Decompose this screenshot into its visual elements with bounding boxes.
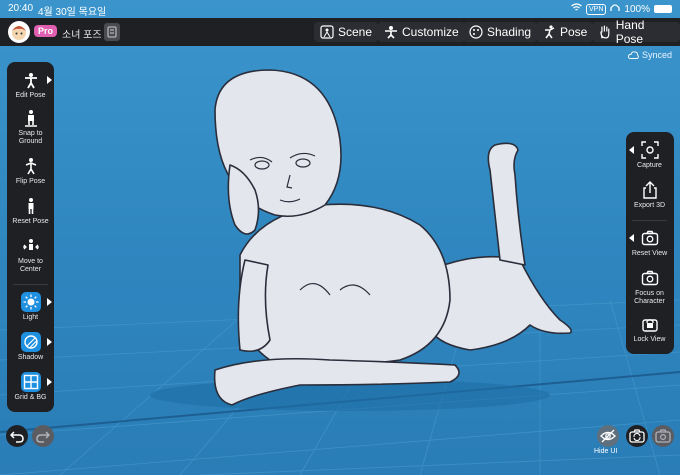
status-bar: 20:40 4월 30일 목요일 VPN 100% xyxy=(0,0,680,18)
edit-pose-button[interactable]: Edit Pose xyxy=(7,70,54,100)
pose-icon xyxy=(545,25,555,39)
export-icon xyxy=(640,180,660,200)
battery-percent: 100% xyxy=(624,3,650,15)
shadow-button[interactable]: Shadow xyxy=(7,332,54,362)
snap-ground-icon xyxy=(21,108,41,128)
reset-pose-icon xyxy=(21,196,41,216)
right-tool-panel: Capture Export 3D Reset View Focus on Ch… xyxy=(626,132,674,354)
pro-badge: Pro xyxy=(34,25,58,37)
tab-hand-pose[interactable]: Hand Pose xyxy=(592,18,680,46)
3d-viewport[interactable] xyxy=(0,0,680,475)
redo-icon xyxy=(36,431,50,443)
hide-ui-label: Hide UI xyxy=(594,448,618,455)
edit-pose-icon xyxy=(21,70,41,90)
flip-pose-icon xyxy=(21,156,41,176)
tab-customize[interactable]: Customize xyxy=(378,22,465,42)
tab-pose[interactable]: Pose xyxy=(536,22,594,42)
shadow-icon xyxy=(20,332,41,352)
battery-icon xyxy=(654,5,672,13)
date: 4월 30일 목요일 xyxy=(38,7,107,18)
clock: 20:40 xyxy=(8,3,34,14)
tab-shading[interactable]: Shading xyxy=(463,22,538,42)
character-model[interactable] xyxy=(0,0,680,475)
light-button[interactable]: Light xyxy=(7,292,54,322)
light-expand-icon[interactable] xyxy=(47,298,52,306)
app-logo[interactable] xyxy=(8,21,30,43)
headphones-icon xyxy=(610,3,621,15)
hide-ui-button[interactable] xyxy=(597,425,619,447)
tab-scene[interactable]: Scene xyxy=(314,22,379,42)
lock-view-button[interactable]: Lock View xyxy=(626,314,673,344)
hand-icon xyxy=(600,25,610,39)
focus-on-character-button[interactable]: Focus on Character xyxy=(626,268,673,305)
sync-status: Synced xyxy=(627,50,672,60)
eye-off-icon xyxy=(600,429,616,443)
export-3d-button[interactable]: Export 3D xyxy=(626,180,673,210)
camera-icon xyxy=(655,429,671,443)
camera-alt-button[interactable] xyxy=(652,425,674,447)
camera-switch-icon xyxy=(629,429,645,443)
move-to-center-button[interactable]: Move to Center xyxy=(7,236,54,273)
file-menu-button[interactable] xyxy=(104,23,120,41)
redo-button[interactable] xyxy=(32,425,54,447)
shadow-expand-icon[interactable] xyxy=(47,338,52,346)
palette-icon xyxy=(469,25,483,39)
camera-switch-button[interactable] xyxy=(626,425,648,447)
grid-expand-icon[interactable] xyxy=(47,378,52,386)
lock-icon xyxy=(640,314,660,334)
file-name[interactable]: 소녀 포즈 3 xyxy=(62,26,110,41)
grid-icon xyxy=(20,372,41,392)
customize-icon xyxy=(385,26,397,39)
undo-button[interactable] xyxy=(6,425,28,447)
tool-divider xyxy=(13,284,48,285)
snap-to-ground-button[interactable]: Snap to Ground xyxy=(7,108,54,145)
scene-icon xyxy=(320,25,334,39)
light-icon xyxy=(20,292,41,312)
reset-view-icon xyxy=(640,228,660,248)
tool-divider xyxy=(632,220,667,221)
focus-icon xyxy=(640,268,660,288)
undo-icon xyxy=(10,431,24,443)
reset-pose-button[interactable]: Reset Pose xyxy=(7,196,54,226)
status-icons: VPN 100% xyxy=(571,3,672,15)
reset-view-expand-icon[interactable] xyxy=(629,234,634,242)
vpn-badge: VPN xyxy=(586,3,607,15)
capture-button[interactable]: Capture xyxy=(626,140,673,170)
edit-pose-expand-icon[interactable] xyxy=(47,76,52,84)
cloud-icon xyxy=(627,51,639,59)
grid-bg-button[interactable]: Grid & BG xyxy=(7,372,54,402)
capture-icon xyxy=(640,140,660,160)
left-tool-panel: Edit Pose Snap to Ground Flip Pose Reset… xyxy=(7,62,54,412)
top-toolbar: Pro 소녀 포즈 3 Scene Customize Shading Pose… xyxy=(0,18,680,46)
reset-view-button[interactable]: Reset View xyxy=(626,228,673,258)
capture-expand-icon[interactable] xyxy=(629,146,634,154)
flip-pose-button[interactable]: Flip Pose xyxy=(7,156,54,186)
move-center-icon xyxy=(21,236,41,256)
wifi-icon xyxy=(571,3,582,15)
